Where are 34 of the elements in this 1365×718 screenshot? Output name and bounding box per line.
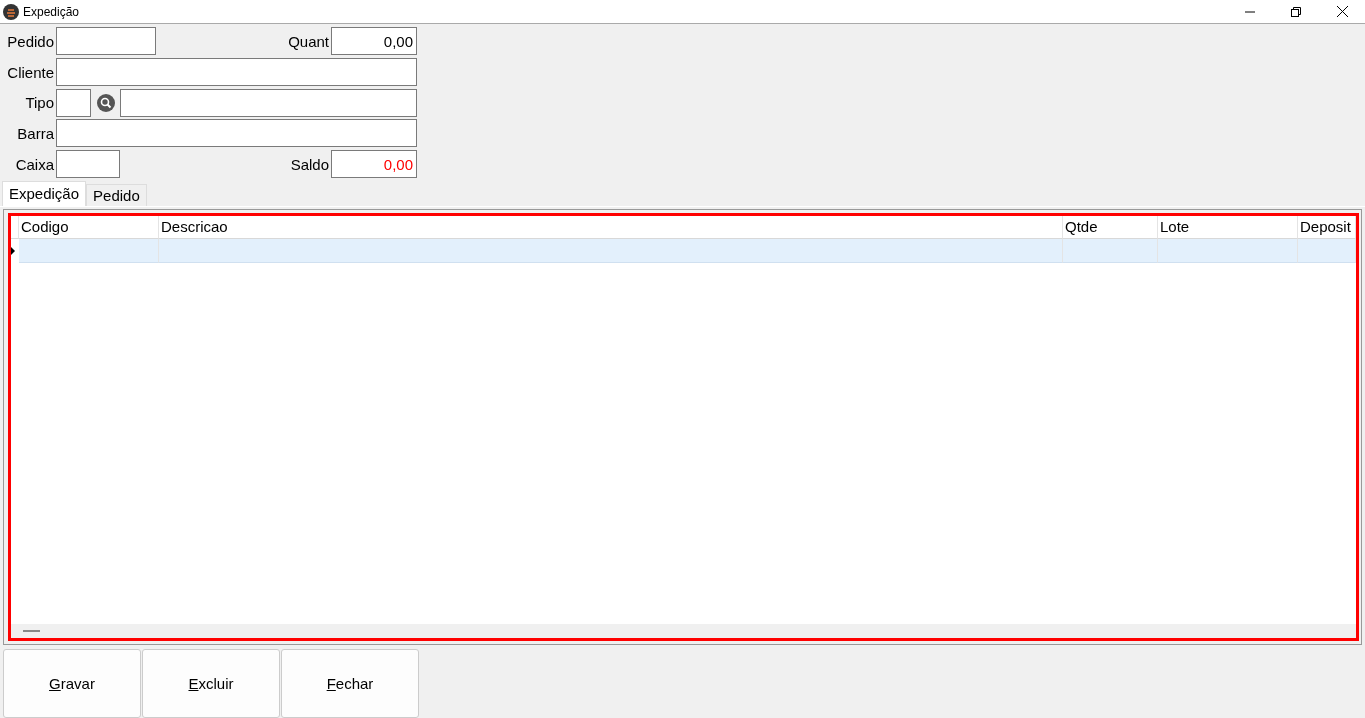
column-header[interactable]: Lote [1158,215,1298,239]
column-header[interactable]: Descricao [159,215,1063,239]
search-icon[interactable] [96,93,115,112]
column-header[interactable]: Deposit [1298,215,1356,239]
column-header[interactable]: Qtde [1063,215,1158,239]
field-label: Pedido [7,32,55,50]
restore-icon [1291,6,1301,17]
quant-field[interactable]: 0,00 [331,27,417,55]
app-logo-icon [3,3,19,20]
tipo-description-field[interactable] [120,88,417,117]
close-icon [1336,6,1348,17]
table-cell [1298,238,1356,263]
field-label: Caixa [15,155,55,173]
action-button[interactable]: Fechar [281,649,419,718]
scrollbar[interactable] [11,624,1356,638]
field-label: Cliente [7,63,55,81]
action-button[interactable]: Excluir [142,649,280,718]
field-label: Quant [288,32,330,50]
tab[interactable]: Pedido [86,183,147,206]
field-label: Tipo [25,94,55,112]
tab[interactable]: Expedição [2,180,87,206]
barra-field[interactable] [56,119,417,148]
caixa-field[interactable] [56,150,120,178]
header-corner-cell [11,215,19,239]
column-header[interactable]: Codigo [19,215,159,239]
cliente-field[interactable] [56,57,417,86]
field-label: Saldo [290,155,330,173]
saldo-field[interactable]: 0,00 [331,150,417,178]
tipo-field[interactable] [56,88,91,117]
pedido-field[interactable] [56,27,156,55]
row-pointer-icon [11,246,15,255]
field-label: Barra [17,125,55,143]
window-title: Expedição [23,4,80,19]
action-button[interactable]: Gravar [3,649,141,718]
